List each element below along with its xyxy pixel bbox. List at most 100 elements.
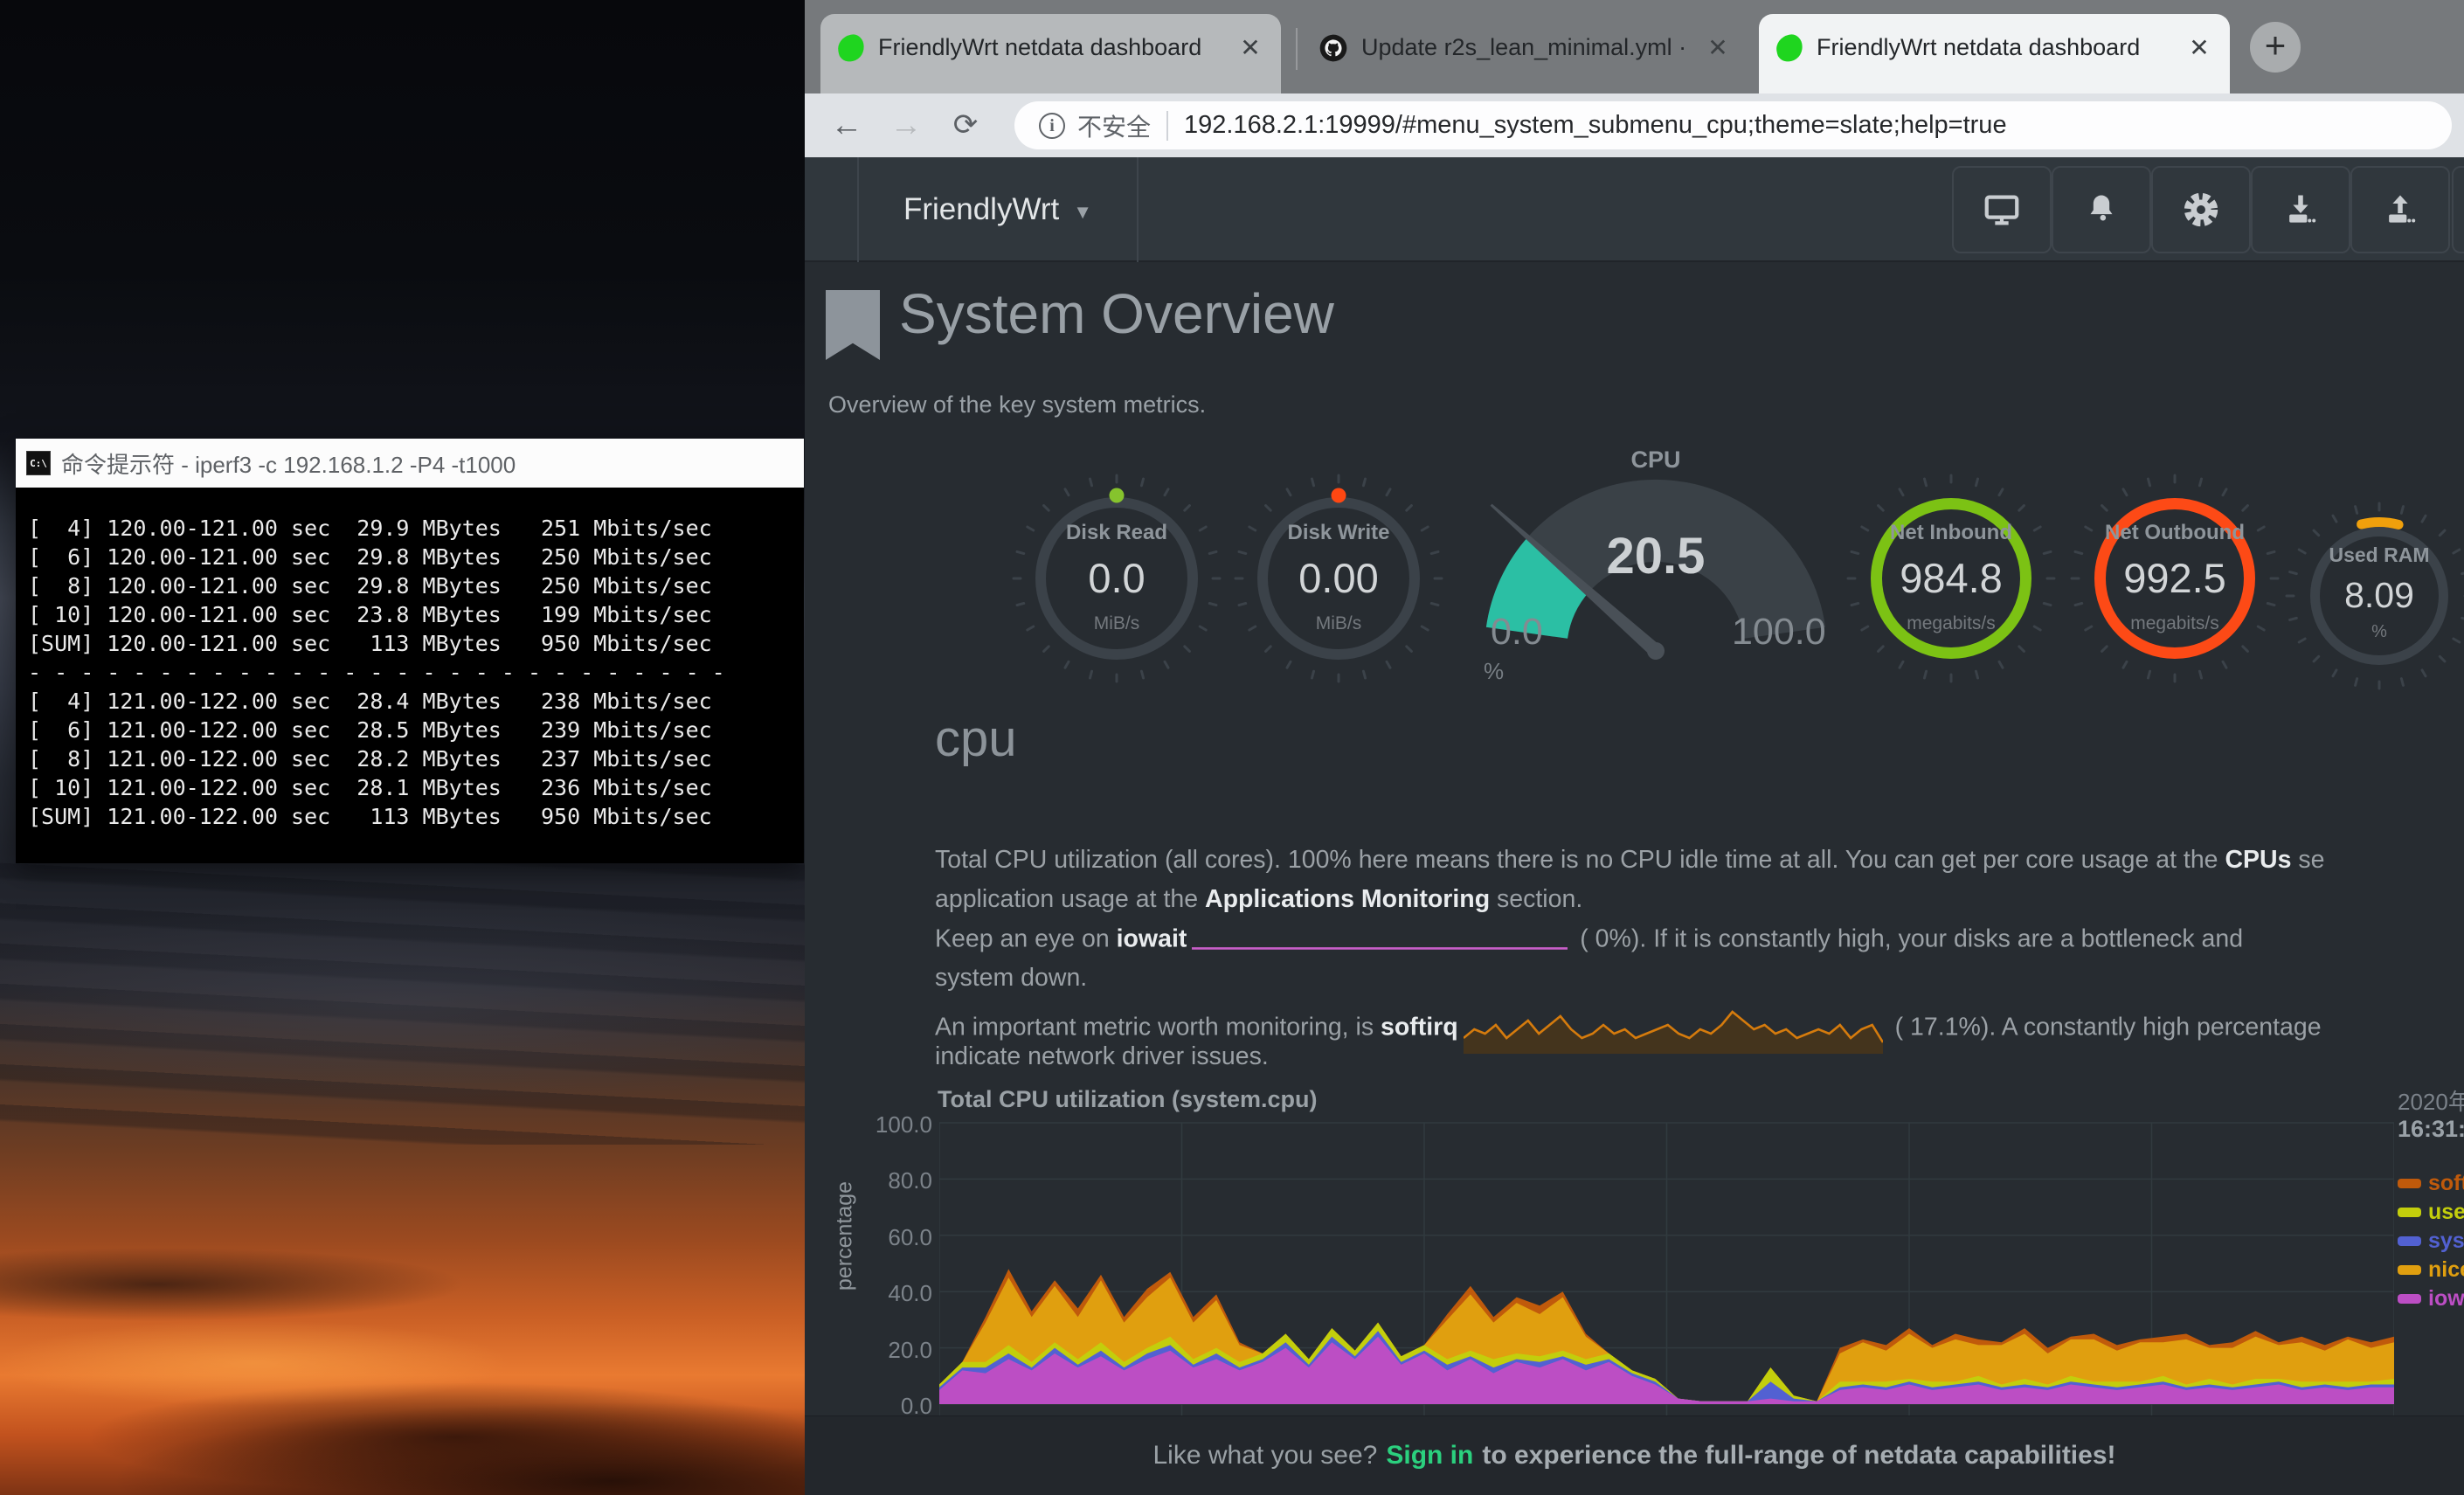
terminal-line: [ 4] 121.00-122.00 sec 28.4 MBytes 238 M…: [28, 687, 804, 716]
url-separator: [1166, 111, 1168, 141]
y-axis-label: percentage: [833, 1166, 858, 1306]
tab-github[interactable]: Update r2s_lean_minimal.yml · k ✕: [1302, 14, 1748, 93]
y-tick: 40.0: [857, 1280, 932, 1307]
alarms-button[interactable]: [2052, 166, 2151, 253]
cpu-description-line: indicate network driver issues.: [935, 1042, 1269, 1071]
tab-close-icon[interactable]: ✕: [1235, 33, 1265, 62]
cpu-description-line: system down.: [935, 964, 1087, 993]
gauge-net-inbound[interactable]: Net Inbound 984.8 megabits/s: [1846, 474, 2056, 683]
softirq-sparkline: [1464, 1003, 1883, 1054]
text: ( 0%). If it is constantly high, your di…: [1573, 925, 2243, 953]
legend-label: user: [2428, 1200, 2464, 1225]
terminal-line: [ 8] 120.00-121.00 sec 29.8 MBytes 250 M…: [28, 571, 804, 600]
gauge-unit: %: [1484, 658, 1504, 685]
terminal-line: [ 8] 121.00-122.00 sec 28.2 MBytes 237 M…: [28, 744, 804, 773]
chart-timestamp-date: 2020年3: [2398, 1084, 2464, 1117]
terminal-line: [ 10] 120.00-121.00 sec 23.8 MBytes 199 …: [28, 600, 804, 629]
applications-monitoring-link[interactable]: Applications Monitoring: [1205, 885, 1490, 913]
legend-item[interactable]: softirq: [2398, 1169, 2464, 1198]
netdata-favicon: [835, 32, 867, 64]
host-dropdown[interactable]: FriendlyWrt ▼: [857, 157, 1139, 262]
gauge-unit: megabits/s: [2070, 613, 2280, 634]
tab-title: Update r2s_lean_minimal.yml · k: [1361, 34, 1689, 61]
gauge-unit: MiB/s: [1234, 613, 1443, 634]
y-tick: 20.0: [857, 1337, 932, 1364]
tab-title: FriendlyWrt netdata dashboard: [878, 34, 1222, 61]
upload-icon: [2381, 190, 2419, 229]
text: Total CPU utilization (all cores). 100% …: [935, 846, 2225, 874]
tab-close-icon[interactable]: ✕: [1703, 33, 1733, 62]
forward-button[interactable]: →: [883, 102, 929, 148]
bookmark-icon: [826, 290, 880, 360]
gauge-used-ram[interactable]: Used RAM 8.09 %: [2274, 491, 2464, 701]
url-bar[interactable]: i 不安全 192.168.2.1:19999/#menu_system_sub…: [1014, 101, 2452, 149]
y-tick: 60.0: [857, 1224, 932, 1251]
terminal-line: [ 4] 120.00-121.00 sec 29.9 MBytes 251 M…: [28, 514, 804, 543]
browser-toolbar: ← → ⟳ i 不安全 192.168.2.1:19999/#menu_syst…: [805, 93, 2464, 157]
tab-title: FriendlyWrt netdata dashboard: [1817, 34, 2170, 61]
settings-button[interactable]: [2151, 166, 2251, 253]
page-subtitle: Overview of the key system metrics.: [828, 391, 1206, 419]
gauge-unit: megabits/s: [1846, 613, 2056, 634]
legend-item[interactable]: iowait: [2398, 1284, 2464, 1313]
text: section.: [1490, 885, 1582, 913]
gauge-net-outbound[interactable]: Net Outbound 992.5 megabits/s: [2070, 474, 2280, 683]
tab-close-icon[interactable]: ✕: [2184, 33, 2214, 62]
gauge-disk-write[interactable]: Disk Write 0.00 MiB/s: [1234, 474, 1443, 683]
github-favicon: [1319, 34, 1347, 62]
export-snapshot-button[interactable]: [2350, 166, 2450, 253]
text: An important metric worth monitoring, is: [935, 1014, 1381, 1042]
iowait-term: iowait: [1117, 925, 1187, 953]
gauge-disk-read[interactable]: Disk Read 0.0 MiB/s: [1012, 474, 1222, 683]
legend-label: softirq: [2428, 1171, 2464, 1196]
legend-item[interactable]: system: [2398, 1227, 2464, 1256]
netdata-navbar: FriendlyWrt ▼: [805, 157, 2464, 262]
gauge-value: 0.0: [1012, 554, 1222, 602]
gauge-value: 984.8: [1846, 554, 2056, 602]
import-snapshot-button[interactable]: [2251, 166, 2350, 253]
gauge-label: Net Inbound: [1846, 521, 2056, 545]
back-button[interactable]: ←: [824, 102, 869, 148]
tab-netdata-1[interactable]: FriendlyWrt netdata dashboard ✕: [820, 14, 1281, 93]
clipped-nav-cell[interactable]: [2452, 166, 2464, 253]
text: ( 17.1%). A constantly high percentage: [1888, 1014, 2322, 1042]
gauge-label: CPU: [1477, 446, 1835, 474]
terminal-line: [ 6] 121.00-122.00 sec 28.5 MBytes 239 M…: [28, 716, 804, 744]
y-tick: 100.0: [857, 1111, 932, 1139]
legend-swatch: [2398, 1236, 2421, 1246]
gauge-cpu[interactable]: CPU 20.5 0.0 % 100.0: [1477, 441, 1835, 695]
legend-label: system: [2428, 1229, 2464, 1254]
terminal-line: [SUM] 121.00-122.00 sec 113 MBytes 950 M…: [28, 802, 804, 831]
nodes-view-button[interactable]: [1952, 166, 2052, 253]
url-text[interactable]: 192.168.2.1:19999/#menu_system_submenu_c…: [1184, 111, 2007, 140]
gauge-max: 100.0: [1732, 611, 1826, 654]
signin-link[interactable]: Sign in: [1386, 1441, 1473, 1471]
gauge-label: Disk Write: [1234, 521, 1443, 545]
legend-swatch: [2398, 1179, 2421, 1188]
legend-item[interactable]: nice: [2398, 1256, 2464, 1284]
cpu-description-line: application usage at the Applications Mo…: [935, 885, 1582, 914]
cpu-utilization-chart[interactable]: [939, 1110, 2394, 1415]
tab-netdata-2-active[interactable]: FriendlyWrt netdata dashboard ✕: [1759, 14, 2230, 93]
signin-text: to experience the full-range of netdata …: [1482, 1441, 2115, 1471]
gauge-value: 0.00: [1234, 554, 1443, 602]
terminal-separator: - - - - - - - - - - - - - - - - - - - - …: [28, 658, 804, 687]
iowait-sparkline: [1192, 924, 1568, 956]
legend-label: nice: [2428, 1257, 2464, 1283]
gear-icon: [2181, 190, 2221, 230]
terminal-output: [ 4] 120.00-121.00 sec 29.9 MBytes 251 M…: [16, 488, 804, 863]
new-tab-button[interactable]: +: [2250, 22, 2301, 73]
site-info-icon[interactable]: i: [1039, 113, 1065, 139]
gauge-value: 992.5: [2070, 554, 2280, 602]
legend-item[interactable]: user: [2398, 1198, 2464, 1227]
legend-swatch: [2398, 1208, 2421, 1217]
terminal-titlebar[interactable]: C:\ 命令提示符 - iperf3 -c 192.168.1.2 -P4 -t…: [16, 439, 804, 488]
text: se: [2291, 846, 2324, 874]
terminal-line: [ 6] 120.00-121.00 sec 29.8 MBytes 250 M…: [28, 543, 804, 571]
gauge-value: 8.09: [2274, 575, 2464, 616]
reload-button[interactable]: ⟳: [943, 102, 988, 148]
download-icon: [2281, 190, 2320, 229]
gauge-label: Disk Read: [1012, 521, 1222, 545]
terminal-line: [SUM] 120.00-121.00 sec 113 MBytes 950 M…: [28, 629, 804, 658]
cpus-link[interactable]: CPUs: [2225, 846, 2291, 874]
